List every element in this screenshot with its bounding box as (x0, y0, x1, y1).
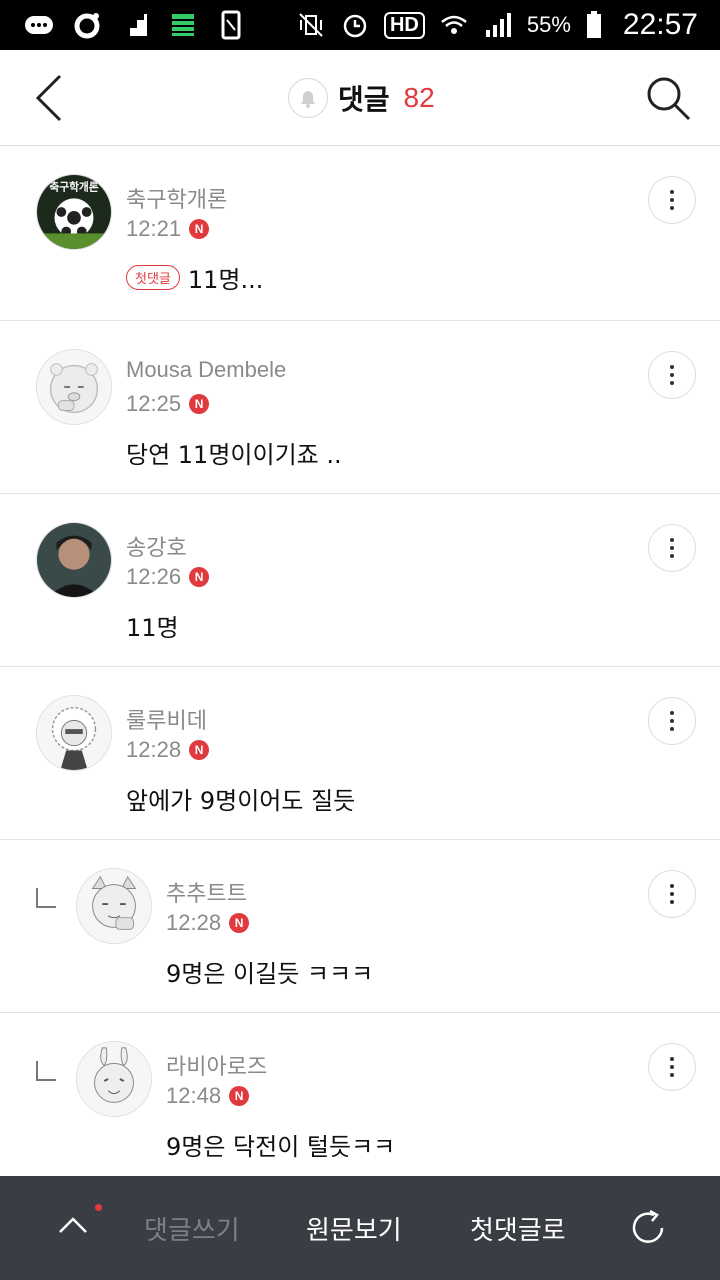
refresh-icon (632, 1209, 664, 1243)
search-icon (647, 77, 691, 121)
bell-icon (301, 91, 315, 108)
comment-time: 12:28 (166, 910, 222, 935)
comment-list: 축구학개론 축구학개론 12:21 N 첫댓글 11명... Mousa Dem… (0, 146, 720, 1177)
comment-body-row: 9명은 닥전이 털듯ㅋㅋ (166, 1127, 395, 1162)
notification-bell-button[interactable] (288, 78, 328, 118)
more-vertical-icon (670, 1057, 674, 1061)
comment-author[interactable]: 룰루비데 (126, 703, 207, 735)
scroll-top-button[interactable] (56, 1208, 90, 1242)
signal-icon (483, 10, 513, 40)
status-bar: HD 55% 22:57 (0, 0, 720, 50)
chevron-left-icon (35, 74, 62, 122)
avatar[interactable] (36, 695, 112, 771)
more-vertical-icon (670, 538, 674, 542)
more-options-button[interactable] (648, 524, 696, 572)
avatar[interactable] (36, 349, 112, 425)
new-badge: N (189, 567, 210, 587)
stairs-icon (120, 10, 150, 40)
search-button[interactable] (644, 74, 692, 122)
comment-text: 11명... (187, 266, 264, 294)
more-options-button[interactable] (648, 176, 696, 224)
svg-text:축구학개론: 축구학개론 (49, 181, 98, 194)
more-vertical-icon (670, 711, 674, 715)
new-badge: N (189, 219, 210, 239)
first-comment-tag: 첫댓글 (126, 265, 180, 290)
sync-icon (72, 10, 102, 40)
comment-text: 9명은 이길듯 ㅋㅋㅋ (166, 960, 374, 988)
comment-item: 축구학개론 축구학개론 12:21 N 첫댓글 11명... (0, 146, 720, 321)
comment-time: 12:21 (126, 216, 182, 241)
comment-item: 룰루비데 12:28 N 앞에가 9명이어도 질듯 (0, 667, 720, 840)
comment-count: 82 (403, 82, 435, 113)
comment-body-row: 첫댓글 11명... (126, 260, 263, 295)
clock: 22:57 (622, 8, 698, 41)
new-badge: N (189, 740, 210, 760)
avatar[interactable]: 축구학개론 (36, 174, 112, 250)
wifi-icon (439, 10, 469, 40)
chevron-up-icon (59, 1217, 87, 1233)
page-title: 댓글 (338, 83, 390, 116)
first-comment-button[interactable]: 첫댓글로 (470, 1210, 566, 1247)
view-original-button[interactable]: 원문보기 (306, 1210, 402, 1247)
comment-time: 12:25 (126, 391, 182, 416)
comment-time: 12:26 (126, 564, 182, 589)
vibrate-mute-icon (296, 10, 326, 40)
reply-indent-icon (36, 888, 56, 908)
comment-time: 12:28 (126, 737, 182, 762)
new-badge: N (229, 913, 250, 933)
comment-body-row: 9명은 이길듯 ㅋㅋㅋ (166, 954, 373, 989)
avatar[interactable] (76, 1041, 152, 1117)
more-vertical-icon (670, 884, 674, 888)
comment-item: 추추트트 12:28 N 9명은 이길듯 ㅋㅋㅋ (0, 840, 720, 1013)
more-vertical-icon (670, 190, 674, 194)
comment-text: 당연 11명이이기죠 .. (126, 441, 342, 469)
comment-body-row: 앞에가 9명이어도 질듯 (126, 781, 355, 816)
reply-indent-icon (36, 1061, 56, 1081)
more-options-button[interactable] (648, 351, 696, 399)
back-button[interactable] (26, 72, 76, 124)
more-options-button[interactable] (648, 870, 696, 918)
comment-meta: 12:25 N (126, 391, 210, 417)
refresh-button[interactable] (628, 1208, 668, 1248)
more-vertical-icon (670, 365, 674, 369)
comment-body-row: 11명 (126, 608, 179, 643)
notification-dot (95, 1204, 102, 1211)
comment-text: 9명은 닥전이 털듯ㅋㅋ (166, 1133, 396, 1161)
comment-meta: 12:21 N (126, 216, 210, 242)
comment-author[interactable]: 송강호 (126, 530, 187, 562)
comment-item: 송강호 12:26 N 11명 (0, 494, 720, 667)
comment-author[interactable]: 추추트트 (166, 876, 247, 908)
battery-percent: 55% (526, 12, 571, 37)
battery-icon (585, 10, 603, 40)
comment-meta: 12:28 N (166, 910, 250, 936)
cellular-data-icon (168, 10, 198, 40)
header-title-group: 댓글 82 (288, 76, 435, 120)
bottom-toolbar: 댓글쓰기 원문보기 첫댓글로 (0, 1176, 720, 1280)
phone-outline-icon (216, 10, 246, 40)
comment-item: 라비아로즈 12:48 N 9명은 닥전이 털듯ㅋㅋ (0, 1013, 720, 1177)
new-badge: N (229, 1086, 250, 1106)
comment-time: 12:48 (166, 1083, 222, 1108)
comment-body-row: 당연 11명이이기죠 .. (126, 435, 342, 470)
comment-meta: 12:26 N (126, 564, 210, 590)
alarm-icon (340, 10, 370, 40)
more-options-button[interactable] (648, 697, 696, 745)
comment-author[interactable]: 라비아로즈 (166, 1049, 267, 1081)
avatar[interactable] (76, 868, 152, 944)
comment-author[interactable]: 축구학개론 (126, 182, 227, 214)
avatar[interactable] (36, 522, 112, 598)
chat-icon (24, 10, 54, 40)
comment-item: Mousa Dembele 12:25 N 당연 11명이이기죠 .. (0, 321, 720, 494)
comment-author[interactable]: Mousa Dembele (126, 357, 286, 383)
new-badge: N (189, 394, 210, 414)
comment-text: 11명 (126, 614, 179, 642)
header: 댓글 82 (0, 50, 720, 146)
comment-text: 앞에가 9명이어도 질듯 (126, 787, 356, 815)
more-options-button[interactable] (648, 1043, 696, 1091)
write-comment-button[interactable]: 댓글쓰기 (144, 1210, 240, 1247)
comment-meta: 12:48 N (166, 1083, 250, 1109)
hd-voice-icon: HD (383, 11, 425, 39)
comment-meta: 12:28 N (126, 737, 210, 763)
